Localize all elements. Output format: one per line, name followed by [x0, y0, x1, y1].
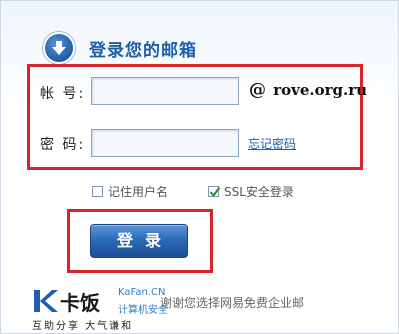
kafan-watermark: 卡饭 KaFan.CN 计算机安全 互助分享 大气谦和 [32, 287, 168, 332]
remember-username-checkbox[interactable] [92, 186, 103, 197]
ssl-login-label: SSL安全登录 [224, 185, 294, 199]
ssl-login-checkbox[interactable] [208, 186, 221, 198]
footer-note: 谢谢您选择网易免费企业邮 [160, 296, 305, 310]
password-input[interactable] [91, 129, 239, 157]
password-label: 密 码: [40, 137, 86, 153]
remember-username-label: 记住用户名 [108, 185, 169, 199]
login-button[interactable]: 登录 [90, 224, 188, 258]
forgot-password-link[interactable]: 忘记密码 [248, 135, 296, 152]
remember-username-option[interactable]: 记住用户名 [92, 183, 168, 200]
account-input[interactable] [91, 77, 239, 105]
email-domain: @ rove.org.ru [249, 80, 367, 100]
watermark-name: 卡饭 [60, 291, 100, 315]
domain-text: rove.org.ru [273, 81, 368, 99]
watermark-tagline: 计算机安全 [118, 305, 168, 316]
page-title: 登录您的邮箱 [89, 41, 197, 61]
kafan-logo-icon [34, 290, 58, 312]
account-label: 帐 号: [40, 86, 86, 102]
watermark-site: KaFan.CN [118, 287, 166, 298]
ssl-login-option[interactable]: SSL安全登录 [208, 183, 294, 200]
watermark-slogan: 互助分享 大气谦和 [32, 321, 134, 332]
checkmark-icon [209, 186, 221, 198]
arrow-down-icon [43, 32, 75, 64]
at-sign: @ [249, 80, 266, 100]
